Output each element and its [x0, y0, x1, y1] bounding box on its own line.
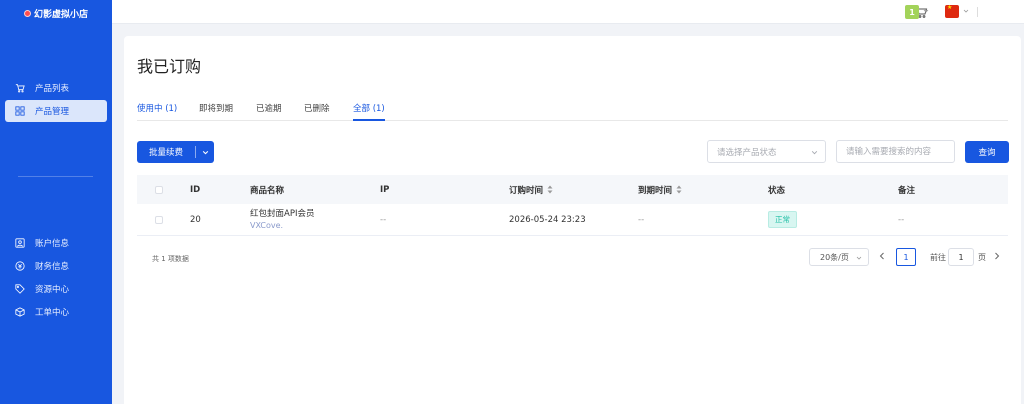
sidebar-item-label: 产品管理 — [35, 107, 70, 117]
tag-icon — [15, 284, 25, 294]
sidebar-item-product-manage[interactable]: 产品管理 — [5, 100, 107, 122]
chevron-down-icon — [202, 150, 209, 154]
header-order-time[interactable]: 订购时间 — [509, 175, 553, 204]
tab-overdue[interactable]: 已逾期 — [256, 102, 282, 121]
sidebar-item-label: 资源中心 — [35, 285, 70, 295]
topbar-divider — [977, 7, 978, 17]
sidebar-divider — [18, 176, 93, 177]
search-input[interactable] — [836, 140, 955, 163]
header-expire-time-label: 到期时间 — [638, 185, 673, 196]
chevron-down-icon[interactable] — [963, 8, 969, 14]
page-title: 我已订购 — [137, 57, 202, 76]
sidebar-item-label: 财务信息 — [35, 262, 70, 272]
box-icon — [15, 307, 25, 317]
total-count: 共 1 项数据 — [152, 255, 189, 263]
status-badge: 正常 — [768, 211, 797, 228]
avatar-initial: 1 — [909, 7, 915, 17]
header-ip: IP — [380, 184, 390, 195]
status-select[interactable]: 请选择产品状态 — [707, 140, 826, 163]
chevron-down-icon — [856, 256, 862, 260]
logo[interactable]: 幻影虚拟小店 — [0, 0, 112, 26]
sort-icon[interactable] — [676, 185, 682, 194]
main-panel: 我已订购 使用中 (1) 即将到期 已逾期 已删除 全部 (1) 批量续费 请选… — [124, 36, 1021, 404]
header-remark: 备注 — [898, 185, 916, 196]
row-checkbox[interactable] — [155, 215, 163, 224]
nav-group-account: 账户信息 财务信息 资源中心 工单中心 — [0, 231, 112, 324]
logo-icon — [23, 9, 31, 17]
tab-all[interactable]: 全部 (1) — [353, 102, 385, 121]
cell-order-time: 2026-05-24 23:23 — [509, 214, 586, 225]
select-all-cell — [155, 175, 163, 204]
cell-ip: -- — [380, 214, 387, 225]
header-product: 商品名称 — [250, 185, 285, 196]
cell-product[interactable]: 红包封面API会员 VXCove. — [250, 204, 314, 235]
next-page-button[interactable] — [992, 250, 1002, 262]
chevron-down-icon[interactable] — [923, 8, 929, 14]
orders-table: ID 商品名称 IP 订购时间 到期时间 状态 备注 20 红包封面API会员 … — [137, 175, 1008, 236]
prev-page-button[interactable] — [877, 250, 887, 262]
sidebar-item-label: 账户信息 — [35, 239, 70, 249]
cell-id: 20 — [190, 214, 201, 225]
sidebar-item-label: 工单中心 — [35, 308, 70, 318]
cell-status: 正常 — [768, 204, 797, 235]
page-size-select[interactable]: 20条/页 — [809, 248, 869, 266]
query-button[interactable]: 查询 — [965, 141, 1009, 163]
sidebar-item-resource-center[interactable]: 资源中心 — [5, 278, 107, 300]
header-expire-time[interactable]: 到期时间 — [638, 175, 682, 204]
avatar[interactable]: 1 — [905, 5, 919, 19]
status-select-placeholder: 请选择产品状态 — [717, 147, 777, 158]
sidebar: 幻影虚拟小店 产品列表 产品管理 账户信息 财务信息 资源中心 工单中心 — [0, 0, 112, 404]
user-card-icon — [15, 238, 25, 248]
product-name[interactable]: 红包封面API会员 — [250, 208, 314, 220]
tab-expiring-soon[interactable]: 即将到期 — [199, 102, 233, 121]
chevron-down-icon — [811, 151, 818, 155]
product-sub: VXCove. — [250, 220, 284, 230]
tab-bar: 使用中 (1) 即将到期 已逾期 已删除 全部 (1) — [137, 102, 1008, 121]
header-id: ID — [190, 184, 201, 195]
sidebar-item-finance-info[interactable]: 财务信息 — [5, 255, 107, 277]
cart-icon — [15, 84, 25, 93]
finance-icon — [15, 261, 25, 271]
sort-icon[interactable] — [547, 185, 553, 194]
chevron-left-icon — [879, 252, 884, 260]
table-row[interactable]: 20 红包封面API会员 VXCove. -- 2026-05-24 23:23… — [137, 204, 1008, 236]
tab-deleted[interactable]: 已删除 — [304, 102, 330, 121]
grid-icon — [15, 106, 25, 116]
sidebar-item-account-info[interactable]: 账户信息 — [5, 232, 107, 254]
goto-page-input[interactable] — [948, 248, 974, 266]
table-header: ID 商品名称 IP 订购时间 到期时间 状态 备注 — [137, 175, 1008, 204]
batch-renew-label: 批量续费 — [148, 148, 183, 158]
chevron-right-icon — [995, 252, 1000, 260]
china-flag-icon[interactable] — [945, 4, 959, 18]
tab-in-use[interactable]: 使用中 (1) — [137, 102, 177, 121]
topbar: 1 — [112, 0, 1024, 24]
row-select-cell — [155, 204, 163, 235]
page-suffix: 页 — [978, 253, 986, 262]
logo-text: 幻影虚拟小店 — [33, 9, 88, 20]
cell-expire-time: -- — [638, 214, 645, 225]
sidebar-item-label: 产品列表 — [35, 84, 70, 94]
page-size-value: 20条/页 — [820, 252, 849, 262]
page-number-current[interactable]: 1 — [896, 248, 916, 266]
sidebar-item-ticket-center[interactable]: 工单中心 — [5, 301, 107, 323]
header-status: 状态 — [768, 185, 786, 196]
header-order-time-label: 订购时间 — [509, 185, 544, 196]
goto-label: 前往 — [930, 253, 946, 262]
batch-renew-dropdown[interactable] — [197, 141, 214, 163]
sidebar-item-product-list[interactable]: 产品列表 — [5, 77, 107, 99]
button-divider — [195, 146, 196, 158]
cell-remark: -- — [898, 214, 905, 225]
nav-group-main: 产品列表 产品管理 — [0, 76, 112, 123]
batch-renew-button[interactable]: 批量续费 — [137, 141, 214, 163]
select-all-checkbox[interactable] — [155, 185, 163, 194]
